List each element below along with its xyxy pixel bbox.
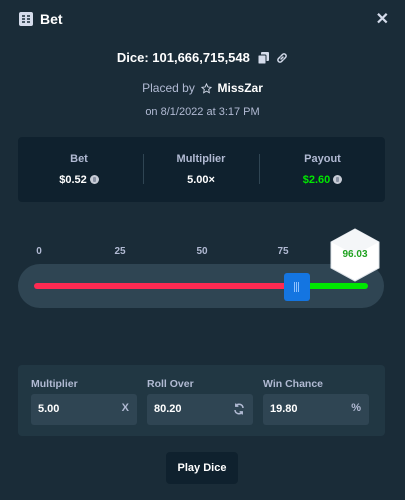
tick-label: 75 [277, 246, 289, 257]
username-link[interactable]: MissZar [218, 81, 263, 95]
modal-title: Bet [40, 11, 63, 27]
tick-label: 25 [114, 246, 126, 257]
game-id: Dice: 101,666,715,548 [116, 50, 250, 65]
bet-amount: $0.52 [18, 174, 140, 186]
slider-handle[interactable] [284, 273, 310, 301]
slider-track[interactable] [34, 283, 368, 289]
bet-stats-panel: Bet $0.52 Multiplier 5.00× Payout $2.60 [18, 137, 385, 202]
roll-result: 96.03 [330, 228, 380, 282]
grip-line [298, 282, 299, 292]
grip-line [294, 282, 295, 292]
game-id-row: Dice: 101,666,715,548 [0, 50, 405, 65]
stat-payout: Payout $2.60 [260, 137, 385, 202]
bet-label: Bet [70, 153, 88, 165]
roll-over-label: Roll Over [147, 378, 194, 390]
coin-icon [89, 175, 99, 184]
copy-icon[interactable] [257, 52, 269, 64]
bet-date: on 8/1/2022 at 3:17 PM [145, 106, 260, 118]
multiplier-value: 5.00× [187, 174, 215, 186]
placed-by-label: Placed by [142, 81, 195, 95]
star-icon [201, 83, 213, 94]
roll-over-value: 80.20 [154, 403, 182, 415]
win-chance-input[interactable]: 19.80 % [263, 394, 369, 425]
win-chance-label: Win Chance [263, 378, 323, 390]
link-icon[interactable] [276, 52, 288, 64]
bet-controls: Multiplier 5.00 X Roll Over 80.20 Win Ch… [18, 365, 385, 436]
stat-multiplier: Multiplier 5.00× [144, 137, 258, 202]
win-chance-value: 19.80 [270, 403, 298, 415]
stat-bet: Bet $0.52 [18, 137, 140, 202]
multiplier-suffix: X [121, 402, 129, 414]
roll-result-value: 96.03 [342, 249, 368, 260]
bet-icon [19, 12, 33, 26]
payout-amount: $2.60 [260, 174, 385, 186]
grip-line [296, 282, 297, 292]
roll-over-input[interactable]: 80.20 [147, 394, 253, 425]
tick-label: 0 [36, 246, 42, 257]
tick-label: 50 [196, 246, 208, 257]
multiplier-input[interactable]: 5.00 X [31, 394, 137, 425]
swap-icon[interactable] [233, 403, 245, 415]
multiplier-input-value: 5.00 [38, 403, 60, 415]
close-icon[interactable]: ✕ [376, 9, 389, 29]
coin-icon [333, 175, 343, 184]
payout-label: Payout [304, 153, 341, 165]
play-dice-button[interactable]: Play Dice [166, 452, 238, 484]
multiplier-input-label: Multiplier [31, 378, 78, 390]
modal-header: Bet ✕ [0, 0, 405, 40]
win-chance-suffix: % [351, 402, 361, 414]
placed-by: Placed by MissZar [0, 81, 405, 95]
multiplier-label: Multiplier [176, 153, 226, 165]
